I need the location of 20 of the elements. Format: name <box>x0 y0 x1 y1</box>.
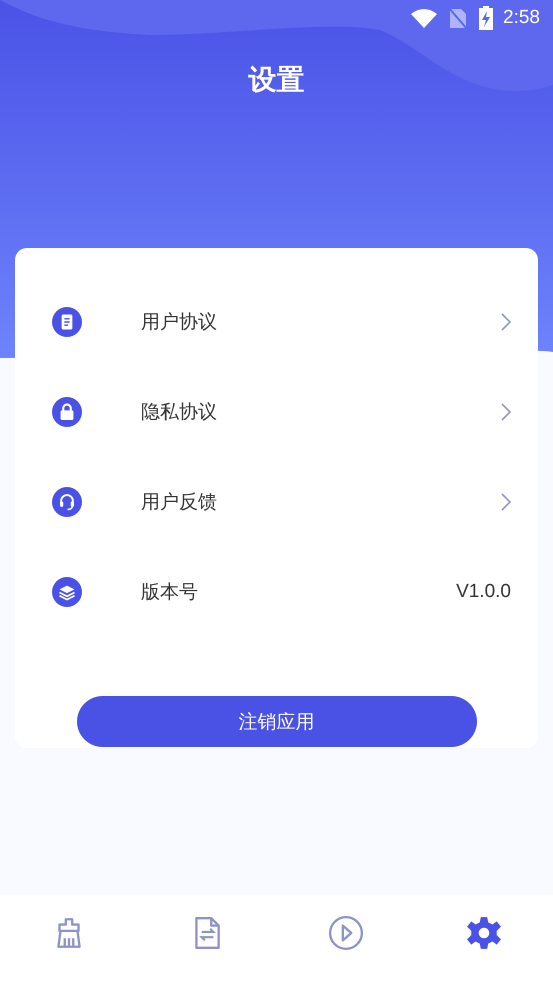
setting-label[interactable]: 隐私协议 <box>141 399 501 425</box>
setting-label[interactable]: 用户协议 <box>141 309 501 335</box>
wifi-icon <box>411 8 438 28</box>
page-title: 设置 <box>248 62 304 98</box>
no-sim-icon <box>449 7 468 29</box>
play-icon[interactable] <box>328 915 364 951</box>
setting-label[interactable]: 用户反馈 <box>141 489 501 515</box>
chevron-right-icon[interactable] <box>501 493 511 511</box>
battery-charging-icon <box>479 6 494 30</box>
document-icon <box>52 307 82 337</box>
settings-icon[interactable] <box>466 915 502 951</box>
headset-icon <box>52 487 82 517</box>
setting-label: 版本号 <box>141 580 199 605</box>
layers-icon <box>52 577 82 607</box>
unregister-button[interactable]: 注销应用 <box>76 696 476 747</box>
status-time: 2:58 <box>503 7 540 29</box>
version-value: V1.0.0 <box>456 581 511 603</box>
chevron-right-icon[interactable] <box>501 313 511 331</box>
chevron-right-icon[interactable] <box>501 403 511 421</box>
lock-icon <box>52 397 82 427</box>
